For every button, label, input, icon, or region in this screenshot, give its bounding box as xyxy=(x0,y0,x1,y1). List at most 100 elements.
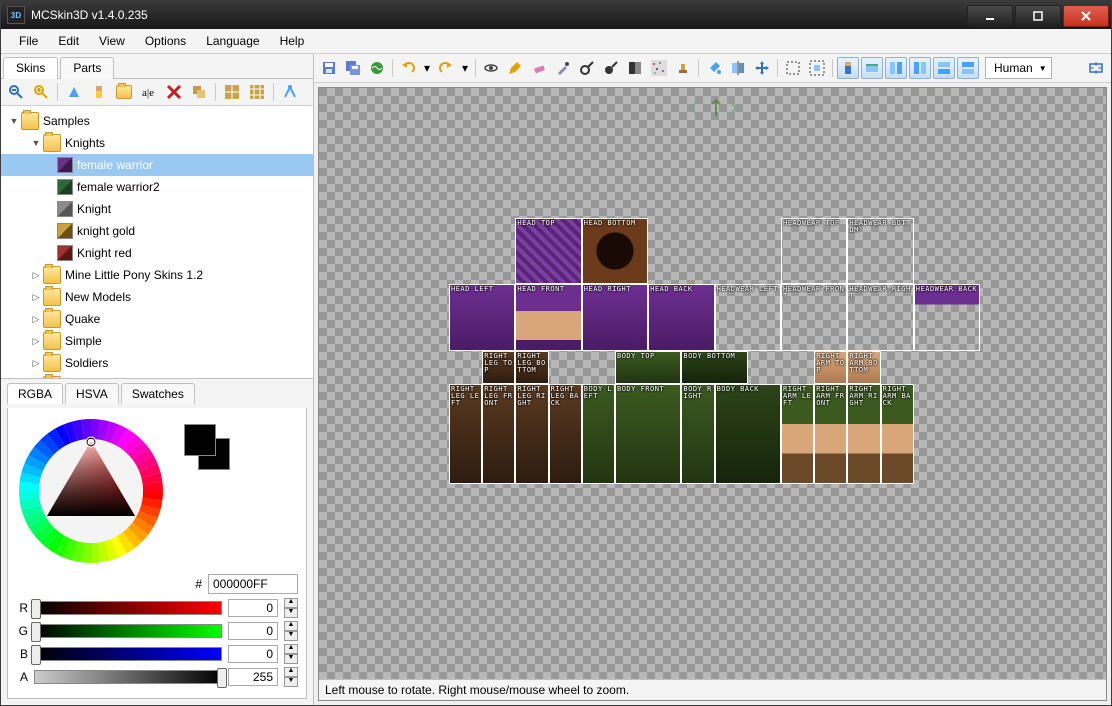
tree-folder-knights[interactable]: ▼ Knights xyxy=(1,132,313,154)
view-split-v2-icon[interactable] xyxy=(909,57,931,79)
tab-skins[interactable]: Skins xyxy=(3,57,58,79)
color-wheel[interactable] xyxy=(16,416,166,566)
grid2-icon[interactable] xyxy=(246,81,268,103)
menu-view[interactable]: View xyxy=(89,31,135,51)
save-icon[interactable] xyxy=(318,57,340,79)
select-all-icon[interactable] xyxy=(806,57,828,79)
uv-region[interactable]: HEAD BACK xyxy=(648,284,714,350)
save-all-icon[interactable] xyxy=(342,57,364,79)
zoom-in-icon[interactable] xyxy=(30,81,52,103)
darken-tool-icon[interactable] xyxy=(624,57,646,79)
view-split-v1-icon[interactable] xyxy=(885,57,907,79)
view-2d-icon[interactable] xyxy=(861,57,883,79)
slider-knob[interactable] xyxy=(31,622,41,642)
slider-spinner[interactable]: ▲▼ xyxy=(284,598,298,618)
uv-region[interactable]: HEAD FRONT xyxy=(515,284,581,350)
delete-icon[interactable] xyxy=(163,81,185,103)
uv-region[interactable]: HEAD RIGHT xyxy=(582,284,648,350)
uv-region[interactable]: RIGHT LEG BACK xyxy=(549,384,582,484)
fill-tool-icon[interactable] xyxy=(703,57,725,79)
uv-region[interactable]: RIGHT ARM TOP xyxy=(814,351,847,384)
viewport[interactable]: HEAD TOPHEAD BOTTOMHEAD LEFTHEAD FRONTHE… xyxy=(319,88,1106,679)
collapse-icon[interactable]: ▼ xyxy=(29,136,43,150)
slider-knob[interactable] xyxy=(31,645,41,665)
tree-item[interactable]: Knight xyxy=(1,198,313,220)
upload-icon[interactable] xyxy=(366,57,388,79)
uv-region[interactable]: HEADWEAR FRONT xyxy=(781,284,847,350)
tree-folder[interactable]: ▷ Mine Little Pony Skins 1.2 xyxy=(1,264,313,286)
slider-track[interactable] xyxy=(34,624,222,638)
camera-tool-icon[interactable] xyxy=(480,57,502,79)
slider-value[interactable]: 0 xyxy=(228,622,278,640)
slider-value[interactable]: 255 xyxy=(228,668,278,686)
uv-region[interactable]: RIGHT LEG TOP xyxy=(482,351,515,384)
hex-input[interactable] xyxy=(208,574,298,594)
uv-region[interactable]: RIGHT ARM LEFT xyxy=(781,384,814,484)
tree-folder[interactable]: ▷ New Models xyxy=(1,286,313,308)
mirror-icon[interactable] xyxy=(727,57,749,79)
view-split-h2-icon[interactable] xyxy=(957,57,979,79)
maximize-button[interactable] xyxy=(1015,5,1061,27)
tab-swatch[interactable]: Swatches xyxy=(121,383,195,404)
slider-knob[interactable] xyxy=(31,599,41,619)
duplicate-icon[interactable] xyxy=(188,81,210,103)
expand-icon[interactable]: ▷ xyxy=(29,312,43,326)
slider-spinner[interactable]: ▲▼ xyxy=(284,621,298,641)
uv-region[interactable]: BODY LEFT xyxy=(582,384,615,484)
tab-parts[interactable]: Parts xyxy=(60,57,114,79)
uv-region[interactable]: BODY TOP xyxy=(615,351,681,384)
uv-region[interactable]: HEADWEAR BOTTOM xyxy=(847,218,913,284)
uv-region[interactable]: HEAD LEFT xyxy=(449,284,515,350)
fg-swatch[interactable] xyxy=(184,424,216,456)
new-folder-icon[interactable] xyxy=(113,81,135,103)
stamp-tool-icon[interactable] xyxy=(672,57,694,79)
new-skin-icon[interactable] xyxy=(88,81,110,103)
picker-tool-icon[interactable] xyxy=(552,57,574,79)
expand-icon[interactable]: ▷ xyxy=(29,268,43,282)
tree-folder[interactable]: ▷ Simple xyxy=(1,330,313,352)
undo-icon[interactable] xyxy=(397,57,419,79)
slider-spinner[interactable]: ▲▼ xyxy=(284,644,298,664)
tab-hsva[interactable]: HSVA xyxy=(65,383,119,404)
collapse-icon[interactable]: ▼ xyxy=(7,114,21,128)
menu-options[interactable]: Options xyxy=(135,31,196,51)
grid1-icon[interactable] xyxy=(221,81,243,103)
slider-value[interactable]: 0 xyxy=(228,599,278,617)
tree-item[interactable]: female warrior xyxy=(1,154,313,176)
expand-icon[interactable]: ▷ xyxy=(29,356,43,370)
uv-region[interactable]: HEADWEAR TOP xyxy=(781,218,847,284)
close-button[interactable] xyxy=(1063,5,1109,27)
slider-track[interactable] xyxy=(34,670,222,684)
tree-folder[interactable]: ▷ Quake xyxy=(1,308,313,330)
eraser-tool-icon[interactable] xyxy=(528,57,550,79)
menu-language[interactable]: Language xyxy=(196,31,269,51)
uv-region[interactable]: RIGHT ARM RIGHT xyxy=(847,384,880,484)
view-split-h1-icon[interactable] xyxy=(933,57,955,79)
slider-spinner[interactable]: ▲▼ xyxy=(284,667,298,687)
uv-region[interactable]: RIGHT LEG RIGHT xyxy=(515,384,548,484)
noise-tool-icon[interactable] xyxy=(648,57,670,79)
menu-file[interactable]: File xyxy=(9,31,48,51)
uv-region[interactable]: RIGHT LEG FRONT xyxy=(482,384,515,484)
undo-more-icon[interactable]: ▾ xyxy=(421,57,433,79)
view-3d-icon[interactable] xyxy=(837,57,859,79)
menu-edit[interactable]: Edit xyxy=(48,31,89,51)
import-icon[interactable] xyxy=(63,81,85,103)
tree-item[interactable]: knight gold xyxy=(1,220,313,242)
expand-icon[interactable]: ▷ xyxy=(29,290,43,304)
uv-region[interactable]: HEADWEAR RIGHT xyxy=(847,284,913,350)
orientation-gizmo[interactable] xyxy=(686,94,740,122)
burn-tool-icon[interactable] xyxy=(600,57,622,79)
uv-region[interactable]: BODY FRONT xyxy=(615,384,681,484)
slider-track[interactable] xyxy=(34,647,222,661)
uv-region[interactable]: BODY BOTTOM xyxy=(681,351,747,384)
uv-region[interactable]: HEAD BOTTOM xyxy=(582,218,648,284)
uv-region[interactable]: BODY BACK xyxy=(715,384,781,484)
model-dropdown[interactable]: Human ▼ xyxy=(985,57,1052,79)
dodge-tool-icon[interactable] xyxy=(576,57,598,79)
slider-value[interactable]: 0 xyxy=(228,645,278,663)
zoom-out-icon[interactable] xyxy=(5,81,27,103)
skin-tree[interactable]: ▼ Samples ▼ Knights female warriorfemale… xyxy=(1,106,313,378)
uv-region[interactable]: BODY RIGHT xyxy=(681,384,714,484)
move-icon[interactable] xyxy=(751,57,773,79)
